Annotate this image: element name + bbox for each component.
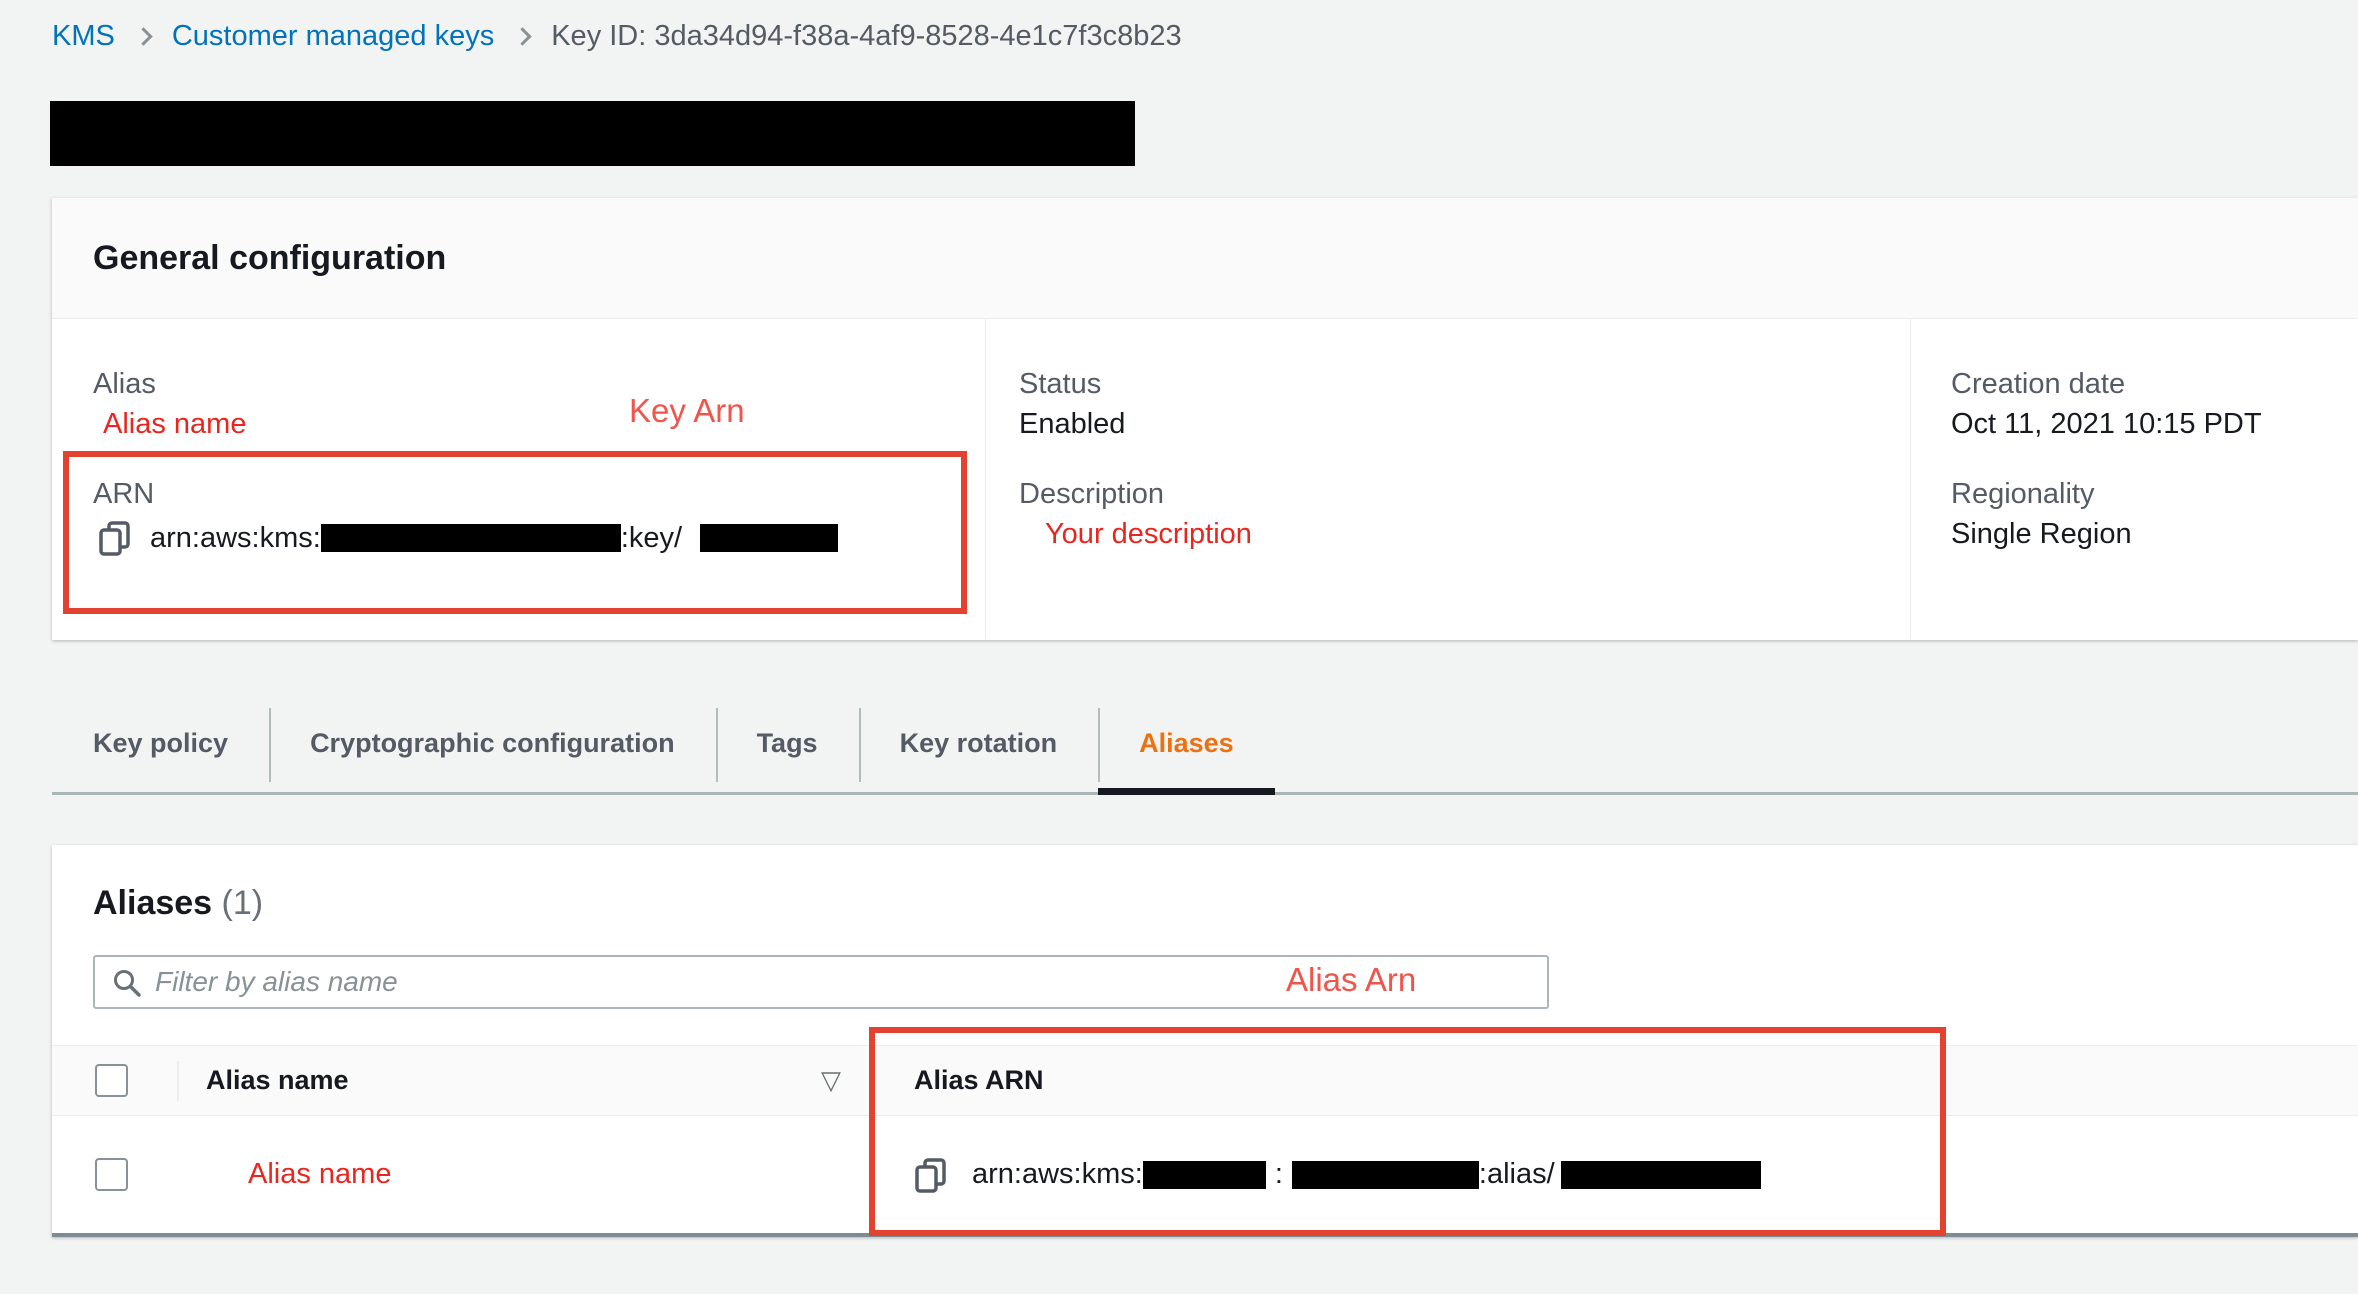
aliases-title-text: Aliases xyxy=(93,884,212,922)
tab-key-rotation[interactable]: Key rotation xyxy=(859,695,1099,792)
page-title-redaction-bar xyxy=(50,101,1135,166)
alias-value-annotation: Alias name xyxy=(93,407,985,441)
general-configuration-body: Alias Alias name ARN arn:aws:kms: :key/ xyxy=(52,319,2358,639)
general-configuration-card: General configuration Alias Alias name A… xyxy=(52,198,2358,640)
alias-arn-alias-segment-text: :alias/ xyxy=(1479,1158,1555,1191)
creation-date-field: Creation date Oct 11, 2021 10:15 PDT xyxy=(1951,367,2358,441)
description-label: Description xyxy=(1019,477,1910,511)
alias-arn-separator-text: : xyxy=(1275,1158,1283,1191)
general-configuration-column-1: Alias Alias name ARN arn:aws:kms: :key/ xyxy=(52,319,985,639)
copy-icon xyxy=(98,520,132,556)
status-value: Enabled xyxy=(1019,407,1910,441)
breadcrumb: KMS Customer managed keys Key ID: 3da34d… xyxy=(52,20,1182,53)
regionality-field: Regionality Single Region xyxy=(1951,477,2358,551)
tab-aliases[interactable]: Aliases xyxy=(1098,695,1275,792)
regionality-value: Single Region xyxy=(1951,517,2358,551)
description-value-annotation: Your description xyxy=(1019,517,1910,551)
alias-arn-name-redaction-bar xyxy=(1561,1161,1761,1189)
tab-cryptographic-configuration[interactable]: Cryptographic configuration xyxy=(269,695,716,792)
copy-alias-arn-button[interactable] xyxy=(914,1157,948,1193)
alias-arn-account-redaction-bar xyxy=(1292,1161,1479,1189)
creation-date-value: Oct 11, 2021 10:15 PDT xyxy=(1951,407,2358,441)
aliases-table: Alias name ▽ Alias ARN Alias name xyxy=(52,1045,2358,1237)
alias-arn-prefix-text: arn:aws:kms: xyxy=(972,1158,1143,1191)
aliases-title: Aliases (1) xyxy=(93,883,2358,923)
row-alias-name-annotation: Alias name xyxy=(206,1158,391,1191)
tab-key-policy[interactable]: Key policy xyxy=(52,695,269,792)
general-configuration-title: General configuration xyxy=(93,239,446,278)
alias-arn-region-redaction-bar xyxy=(1143,1161,1266,1189)
select-all-checkbox[interactable] xyxy=(95,1064,128,1097)
arn-region-account-redaction-bar xyxy=(321,524,621,552)
status-field: Status Enabled xyxy=(1019,367,1910,441)
copy-icon xyxy=(914,1157,948,1193)
alias-label: Alias xyxy=(93,367,985,401)
aliases-card: Aliases (1) Alias name ▽ Alias ARN xyxy=(52,845,2358,1237)
chevron-right-icon xyxy=(134,27,152,45)
aliases-table-header-row: Alias name ▽ Alias ARN xyxy=(52,1046,2358,1116)
aliases-count: (1) xyxy=(222,884,264,922)
status-label: Status xyxy=(1019,367,1910,401)
header-alias-name-cell[interactable]: Alias name ▽ xyxy=(177,1046,869,1115)
regionality-label: Regionality xyxy=(1951,477,2358,511)
sort-descending-icon[interactable]: ▽ xyxy=(821,1065,841,1096)
aliases-card-header: Aliases (1) xyxy=(52,845,2358,923)
header-checkbox-cell xyxy=(52,1064,177,1097)
key-detail-tabs: Key policy Cryptographic configuration T… xyxy=(52,695,2358,795)
row-alias-arn-value: arn:aws:kms:: :alias/ xyxy=(914,1157,1761,1193)
general-configuration-header: General configuration xyxy=(52,198,2358,319)
arn-label: ARN xyxy=(93,477,985,511)
breadcrumb-current-key-id: Key ID: 3da34d94-f38a-4af9-8528-4e1c7f3c… xyxy=(551,20,1181,53)
copy-arn-button[interactable] xyxy=(98,520,132,556)
description-field: Description Your description xyxy=(1019,477,1910,551)
kms-key-detail-page: KMS Customer managed keys Key ID: 3da34d… xyxy=(0,0,2358,1294)
chevron-right-icon xyxy=(514,27,532,45)
breadcrumb-link-customer-managed-keys[interactable]: Customer managed keys xyxy=(172,20,494,53)
row-alias-name-cell: Alias name xyxy=(177,1116,869,1233)
alias-table-row: Alias name arn:aws:kms:: :alias/ xyxy=(52,1116,2358,1237)
arn-key-segment-text: :key/ xyxy=(621,522,682,555)
arn-field: ARN arn:aws:kms: :key/ xyxy=(93,477,985,558)
arn-key-id-redaction-bar xyxy=(700,524,838,552)
general-configuration-column-2: Status Enabled Description Your descript… xyxy=(985,319,1910,639)
row-checkbox-cell xyxy=(52,1158,177,1191)
general-configuration-column-3: Creation date Oct 11, 2021 10:15 PDT Reg… xyxy=(1910,319,2358,639)
row-alias-arn-cell: arn:aws:kms:: :alias/ xyxy=(869,1116,2358,1233)
header-alias-arn-cell: Alias ARN xyxy=(869,1046,2358,1115)
alias-field: Alias Alias name xyxy=(93,367,985,441)
alias-name-column-header: Alias name xyxy=(206,1065,349,1096)
breadcrumb-link-kms[interactable]: KMS xyxy=(52,20,115,53)
row-checkbox[interactable] xyxy=(95,1158,128,1191)
arn-prefix-text: arn:aws:kms: xyxy=(150,522,321,555)
alias-filter-input[interactable] xyxy=(93,955,1549,1009)
tab-tags[interactable]: Tags xyxy=(716,695,859,792)
alias-arn-column-header: Alias ARN xyxy=(914,1065,1044,1096)
creation-date-label: Creation date xyxy=(1951,367,2358,401)
alias-filter-wrap xyxy=(93,955,1549,1009)
arn-value-row: arn:aws:kms: :key/ xyxy=(93,518,985,558)
